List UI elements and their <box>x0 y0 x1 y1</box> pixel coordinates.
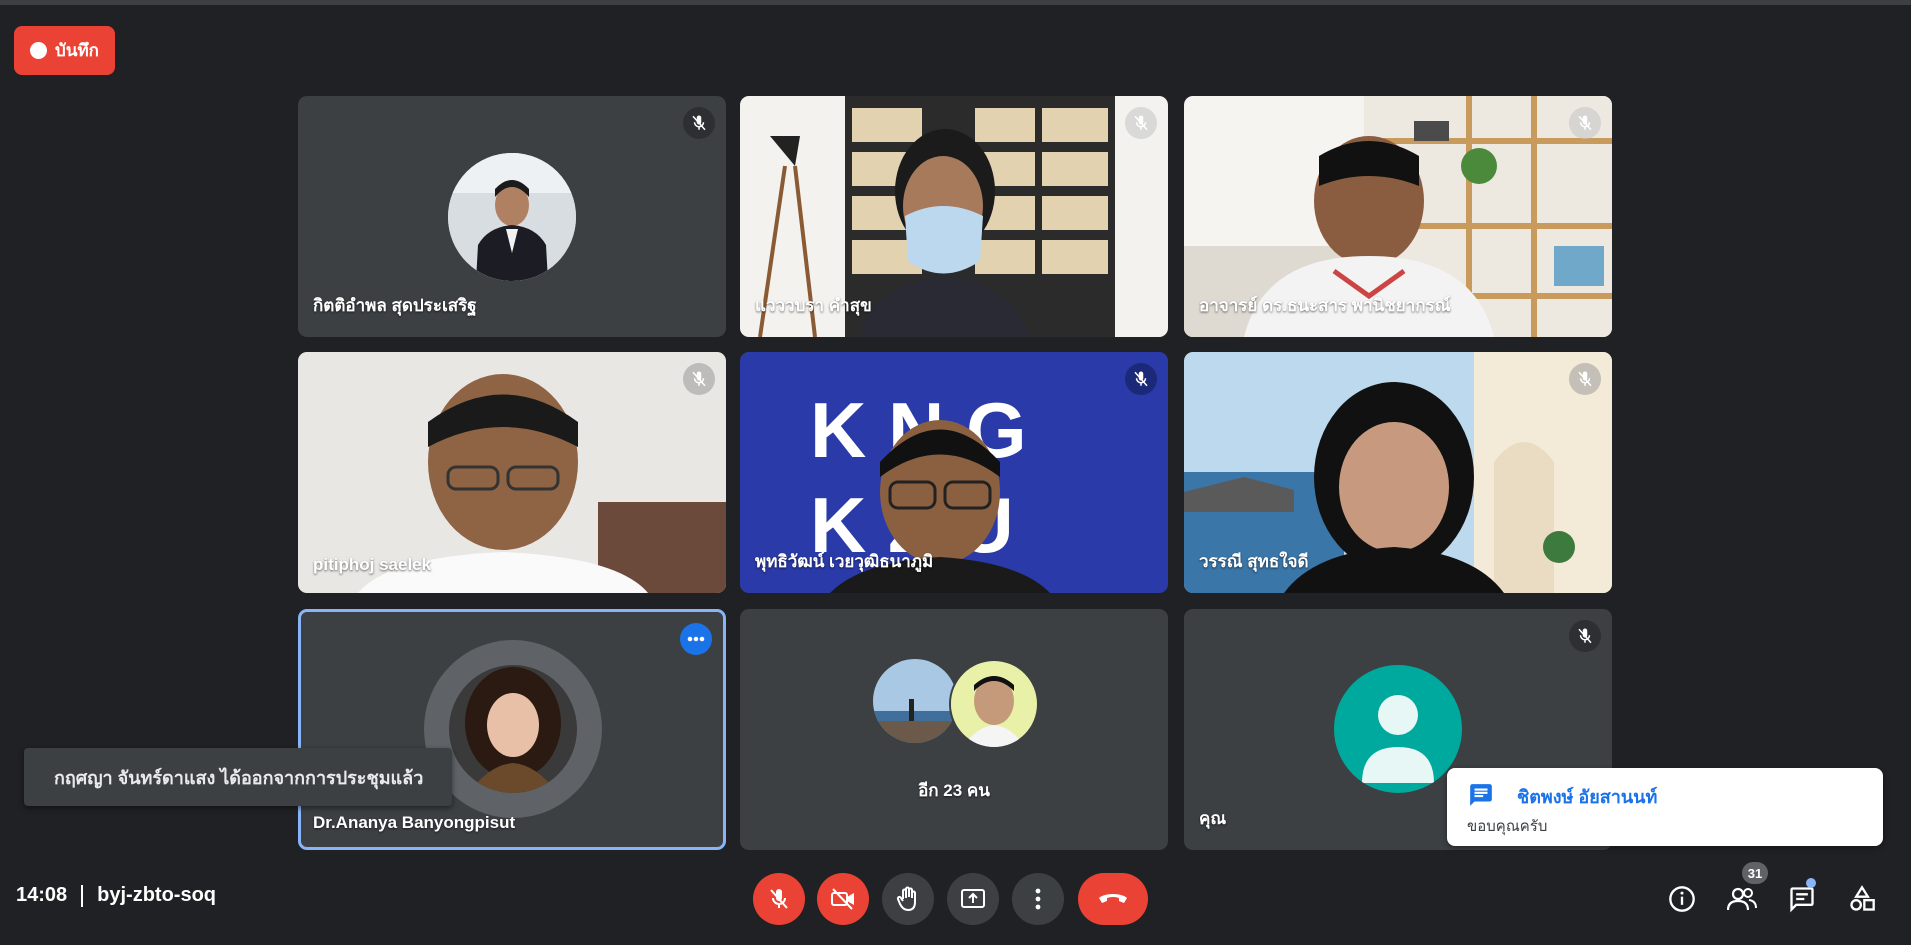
unread-indicator <box>1806 878 1816 888</box>
raise-hand-button[interactable] <box>882 873 934 925</box>
chat-message: ขอบคุณครับ <box>1467 818 1548 835</box>
chat-message-popup[interactable]: ชิตพงษ์ อัยสานนท์ ขอบคุณครับ <box>1447 768 1883 846</box>
mic-off-icon <box>1578 371 1592 387</box>
hang-up-icon <box>1099 894 1127 903</box>
camera-toggle-button[interactable] <box>817 873 869 925</box>
mic-muted-indicator <box>1569 620 1601 652</box>
record-icon <box>30 42 48 59</box>
mic-off-icon <box>1134 371 1148 387</box>
participant-name: อาจารย์ ดร.ธนะสาร พานิชยากรณ์ <box>1199 296 1451 315</box>
mic-muted-indicator <box>683 363 715 395</box>
mic-toggle-button[interactable] <box>753 873 805 925</box>
divider <box>81 884 84 907</box>
top-border <box>0 0 1911 5</box>
participant-tile[interactable]: แวววบรา คำสุข <box>740 96 1168 337</box>
mic-off-icon <box>1578 115 1592 131</box>
toast-text: กฤศญา จันทร์ดาแสง ได้ออกจากการประชุมแล้ว <box>54 767 424 788</box>
mic-off-icon <box>770 889 788 909</box>
others-count-label: อีก 23 คน <box>918 781 990 800</box>
participant-tile[interactable]: pitiphoj saelek <box>298 352 726 593</box>
others-tile[interactable]: อีก 23 คน <box>740 609 1168 850</box>
mic-muted-indicator <box>1125 107 1157 139</box>
more-options-button[interactable] <box>680 623 712 655</box>
leave-call-button[interactable] <box>1078 873 1148 925</box>
participant-name: แวววบรา คำสุข <box>755 296 872 315</box>
camera-off-icon <box>831 888 854 910</box>
meeting-time: 14:08 <box>16 884 68 906</box>
participant-tile[interactable]: กิตติอำพล สุดประเสริฐ <box>298 96 726 337</box>
self-avatar <box>1334 665 1462 793</box>
more-vert-icon <box>1035 888 1041 910</box>
present-screen-button[interactable] <box>947 873 999 925</box>
chat-button[interactable] <box>1780 877 1824 921</box>
chat-sender: ชิตพงษ์ อัยสานนท์ <box>1517 787 1658 807</box>
shapes-icon <box>1850 885 1875 911</box>
others-avatar <box>949 659 1039 749</box>
meeting-details-button[interactable] <box>1660 877 1704 921</box>
participant-left-toast: กฤศญา จันทร์ดาแสง ได้ออกจากการประชุมแล้ว <box>24 748 452 806</box>
participant-avatar <box>448 153 576 281</box>
participant-avatar <box>449 665 577 793</box>
hand-icon <box>896 886 916 912</box>
participant-name: กิตติอำพล สุดประเสริฐ <box>313 296 477 315</box>
info-icon <box>1669 886 1695 912</box>
mic-muted-indicator <box>1569 107 1601 139</box>
participant-tile[interactable]: K N G K Z U พุทธิวัฒน์ เวยวุฒิธนาภูมิ <box>740 352 1168 593</box>
more-horiz-icon <box>687 636 705 642</box>
meeting-info: 14:08 byj-zbto-soq <box>16 884 216 907</box>
more-options-button[interactable] <box>1012 873 1064 925</box>
chat-icon <box>1470 784 1492 806</box>
participant-tile-speaking[interactable]: Dr.Ananya Banyongpisut <box>298 609 726 850</box>
mic-off-icon <box>1578 628 1592 644</box>
participant-count-badge: 31 <box>1742 862 1768 884</box>
mic-off-icon <box>692 371 706 387</box>
recording-button[interactable]: บันทึก <box>14 26 115 75</box>
participant-tile[interactable]: อาจารย์ ดร.ธนะสาร พานิชยากรณ์ <box>1184 96 1612 337</box>
participant-name: พุทธิวัฒน์ เวยวุฒิธนาภูมิ <box>755 552 934 571</box>
people-icon <box>1727 887 1757 911</box>
activities-button[interactable] <box>1840 877 1884 921</box>
mic-off-icon <box>1134 115 1148 131</box>
participant-name: pitiphoj saelek <box>313 555 432 574</box>
mic-muted-indicator <box>1125 363 1157 395</box>
chat-bubble-icon <box>1790 887 1814 913</box>
participant-name: Dr.Ananya Banyongpisut <box>313 813 516 832</box>
mic-off-icon <box>692 115 706 131</box>
participant-tile[interactable]: วรรณี สุทธใจดี <box>1184 352 1612 593</box>
present-icon <box>961 889 985 908</box>
mic-muted-indicator <box>683 107 715 139</box>
recording-label: บันทึก <box>55 41 99 60</box>
participant-name: คุณ <box>1199 809 1227 828</box>
meeting-code: byj-zbto-soq <box>97 884 217 906</box>
participant-name: วรรณี สุทธใจดี <box>1199 552 1309 571</box>
mic-muted-indicator <box>1569 363 1601 395</box>
others-avatar <box>873 659 957 743</box>
person-icon <box>1362 695 1434 783</box>
